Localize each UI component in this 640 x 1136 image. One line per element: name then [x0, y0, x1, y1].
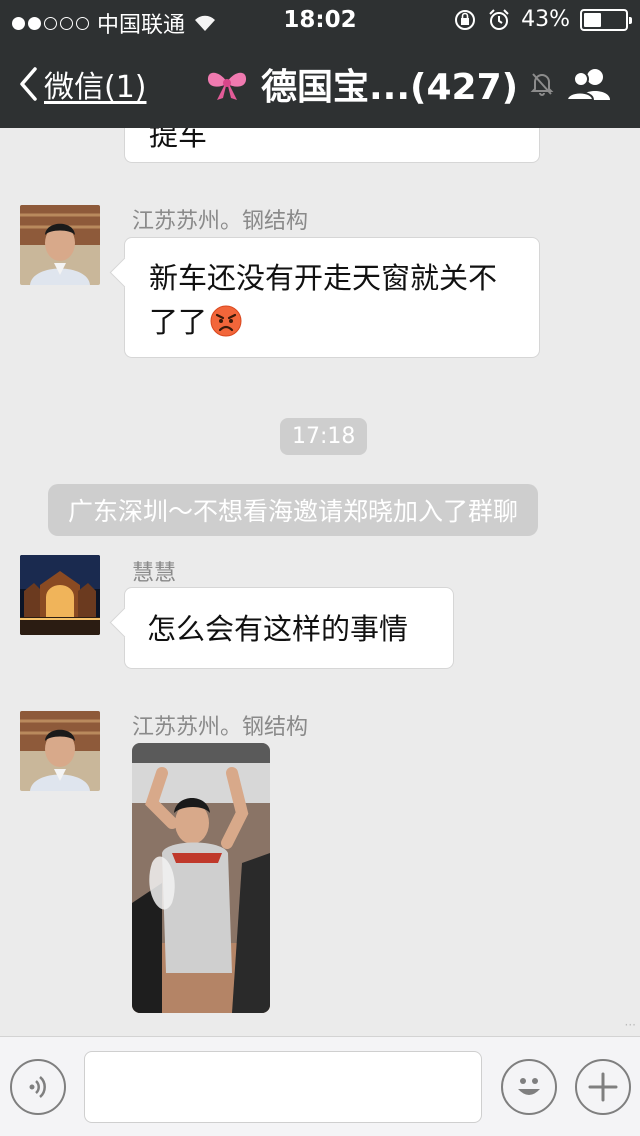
- avatar[interactable]: [20, 555, 100, 635]
- message-text: 提车: [149, 128, 208, 152]
- plus-icon: [588, 1072, 618, 1102]
- group-people-icon: [565, 69, 610, 101]
- voice-icon: [29, 1076, 46, 1098]
- smiley-icon: [518, 1078, 540, 1095]
- message-input[interactable]: [84, 1051, 482, 1123]
- message-bubble[interactable]: 怎么会有这样的事情: [124, 587, 454, 669]
- top-bar: 中国联通 18:02 43% 微信(1) 德国宝...(427): [0, 0, 640, 128]
- angry-face-emoji-icon: [210, 305, 242, 337]
- chat-title-area[interactable]: 德国宝...(427): [205, 58, 554, 110]
- nav-bar: 微信(1) 德国宝...(427): [0, 40, 640, 128]
- time-divider: 17:18: [280, 418, 368, 455]
- photo-message[interactable]: [132, 743, 270, 1013]
- avatar[interactable]: [20, 711, 100, 791]
- battery-fill: [584, 12, 601, 27]
- group-info-button[interactable]: [565, 66, 614, 106]
- message-bubble-partial[interactable]: 提车: [124, 128, 540, 163]
- bow-icon: [207, 72, 247, 100]
- chat-title: 德国宝...(427): [261, 67, 519, 108]
- sender-name: 慧慧: [132, 561, 177, 586]
- status-right: 43%: [453, 7, 632, 32]
- more-button[interactable]: [575, 1059, 631, 1115]
- chevron-left-icon: [20, 67, 37, 101]
- alarm-icon: [489, 8, 509, 30]
- back-label: 微信(1): [44, 70, 147, 105]
- battery-icon: [580, 8, 632, 31]
- sender-name: 江苏苏州。钢结构: [132, 209, 309, 234]
- emoji-button[interactable]: [501, 1059, 557, 1115]
- avatar[interactable]: [20, 205, 100, 285]
- message-text: 新车还没有开走天窗就关不了了: [149, 261, 498, 339]
- message-bubble[interactable]: 新车还没有开走天窗就关不了了: [124, 237, 540, 358]
- sender-name: 江苏苏州。钢结构: [132, 715, 309, 740]
- battery-percent: 43%: [521, 7, 570, 32]
- mute-bell-icon: [530, 73, 554, 96]
- rotation-lock-icon: [455, 9, 476, 30]
- back-button[interactable]: 微信(1): [18, 62, 147, 106]
- message-text: 怎么会有这样的事情: [147, 612, 409, 646]
- system-notice: 广东深圳～不想看海邀请郑晓加入了群聊: [48, 484, 539, 536]
- chat-area[interactable]: 提车 江苏苏州。钢结构 新车还没有开走天窗就关不了了 17:18 广东深圳～不想…: [0, 128, 640, 1036]
- voice-button[interactable]: [10, 1059, 66, 1115]
- status-bar: 中国联通 18:02 43%: [0, 0, 640, 40]
- input-bar: [0, 1036, 640, 1136]
- watermark: ···: [624, 1018, 636, 1032]
